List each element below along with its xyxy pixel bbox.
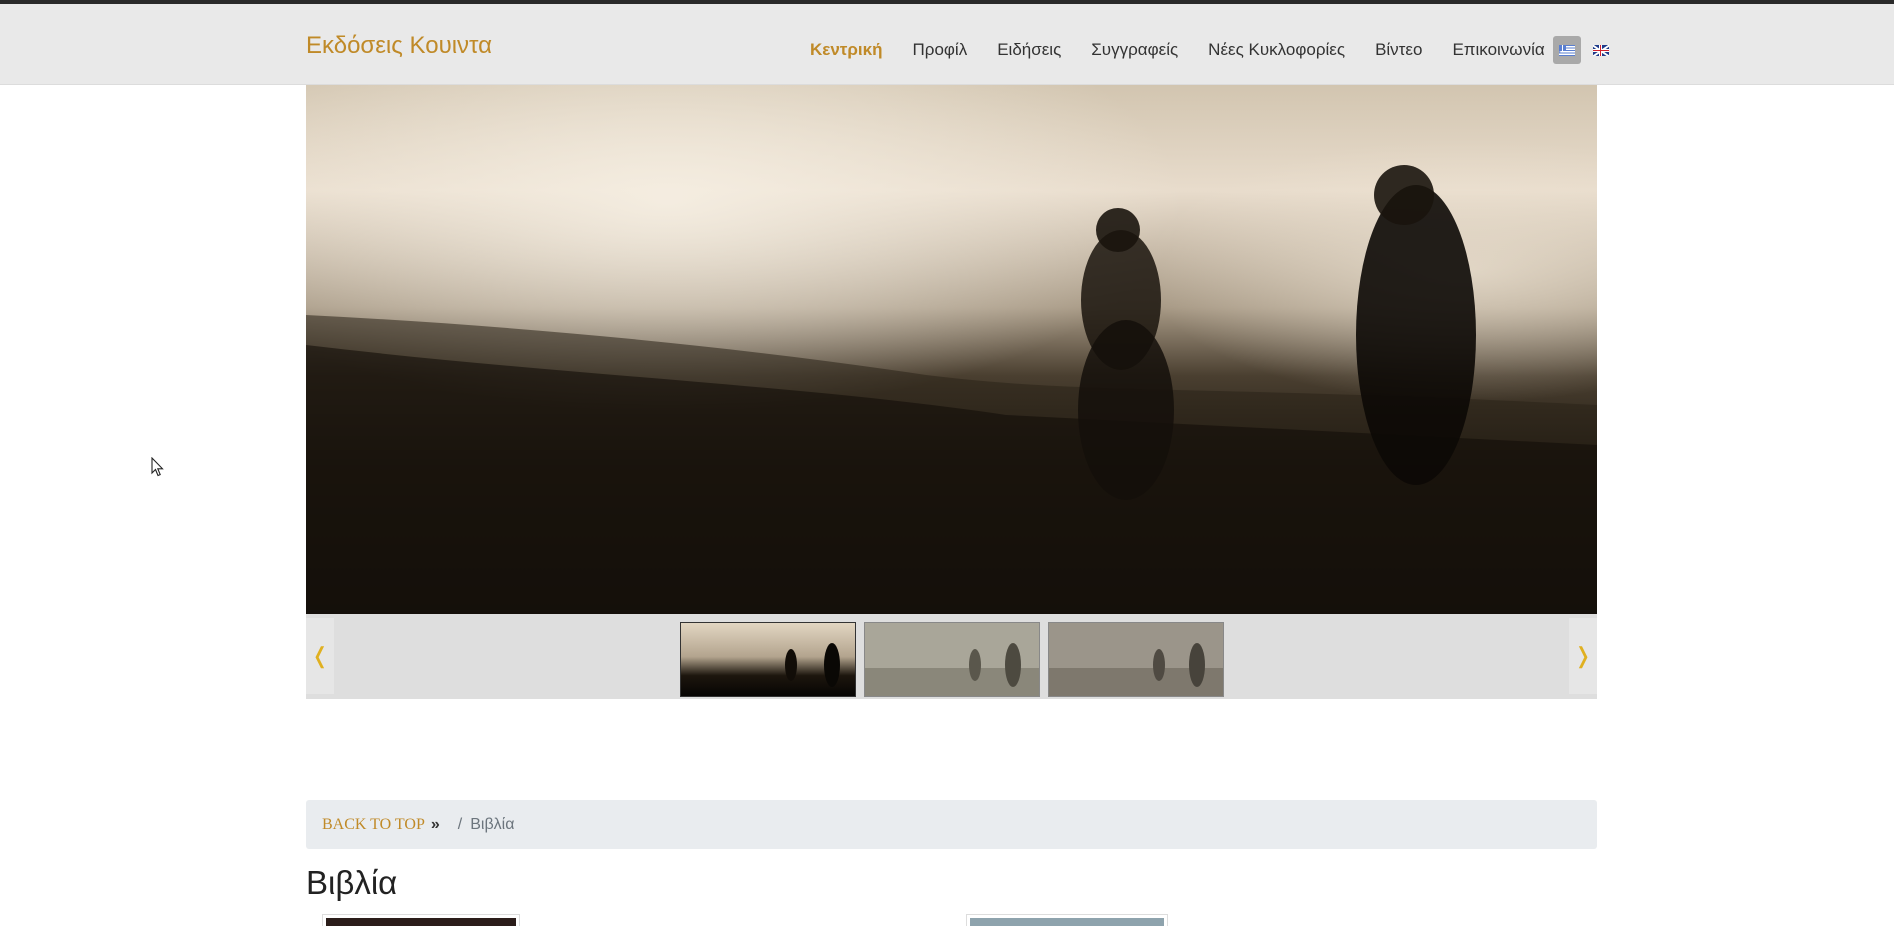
nav-item-profile[interactable]: Προφίλ bbox=[913, 40, 968, 60]
language-greek-button[interactable] bbox=[1552, 36, 1581, 64]
page-title: Βιβλία bbox=[306, 864, 398, 901]
breadcrumb-arrow: » bbox=[430, 815, 440, 833]
navbar: Εκδόσεις Κουιντα Κεντρική Προφίλ Ειδήσει… bbox=[0, 4, 1894, 85]
nav-item-video[interactable]: Βίντεο bbox=[1375, 40, 1422, 60]
breadcrumb-separator: / bbox=[457, 815, 463, 833]
nav-item-new-releases[interactable]: Νέες Κυκλοφορίες bbox=[1208, 40, 1345, 60]
mouse-cursor-icon bbox=[151, 457, 164, 477]
nav-item-home[interactable]: Κεντρική bbox=[810, 40, 883, 60]
book-card[interactable] bbox=[966, 914, 1168, 926]
book-cover-image bbox=[326, 918, 516, 926]
breadcrumb-current: Βιβλία bbox=[470, 815, 515, 833]
book-cover-image bbox=[970, 918, 1164, 926]
thumbnail-1[interactable] bbox=[680, 622, 856, 697]
nav-item-contact[interactable]: Επικοινωνία bbox=[1452, 40, 1544, 60]
chevron-left-icon: ❬ bbox=[310, 643, 330, 668]
thumbnail-2[interactable] bbox=[864, 622, 1040, 697]
thumbnail-strip bbox=[680, 622, 1232, 697]
main-nav: Κεντρική Προφίλ Ειδήσεις Συγγραφείς Νέες… bbox=[810, 36, 1619, 64]
slider-next-button[interactable]: ❭ bbox=[1569, 618, 1597, 694]
thumbnail-3[interactable] bbox=[1048, 622, 1224, 697]
book-card[interactable] bbox=[322, 914, 520, 926]
hero-photo bbox=[306, 85, 1597, 614]
nav-item-authors[interactable]: Συγγραφείς bbox=[1091, 40, 1178, 60]
greek-flag-icon bbox=[1558, 45, 1575, 56]
back-to-top-link[interactable]: BACK TO TOP bbox=[322, 816, 425, 834]
breadcrumb: BACK TO TOP » / Βιβλία bbox=[306, 800, 1597, 849]
language-english-button[interactable] bbox=[1587, 36, 1615, 64]
chevron-right-icon: ❭ bbox=[1573, 643, 1593, 668]
slider-prev-button[interactable]: ❬ bbox=[306, 618, 334, 694]
uk-flag-icon bbox=[1592, 45, 1609, 56]
nav-item-news[interactable]: Ειδήσεις bbox=[997, 40, 1061, 60]
brand-logo[interactable]: Εκδόσεις Κουιντα bbox=[306, 32, 492, 60]
slider-thumbnail-bar: ❬ ❭ bbox=[306, 614, 1597, 699]
hero-slide-image[interactable] bbox=[306, 85, 1597, 614]
